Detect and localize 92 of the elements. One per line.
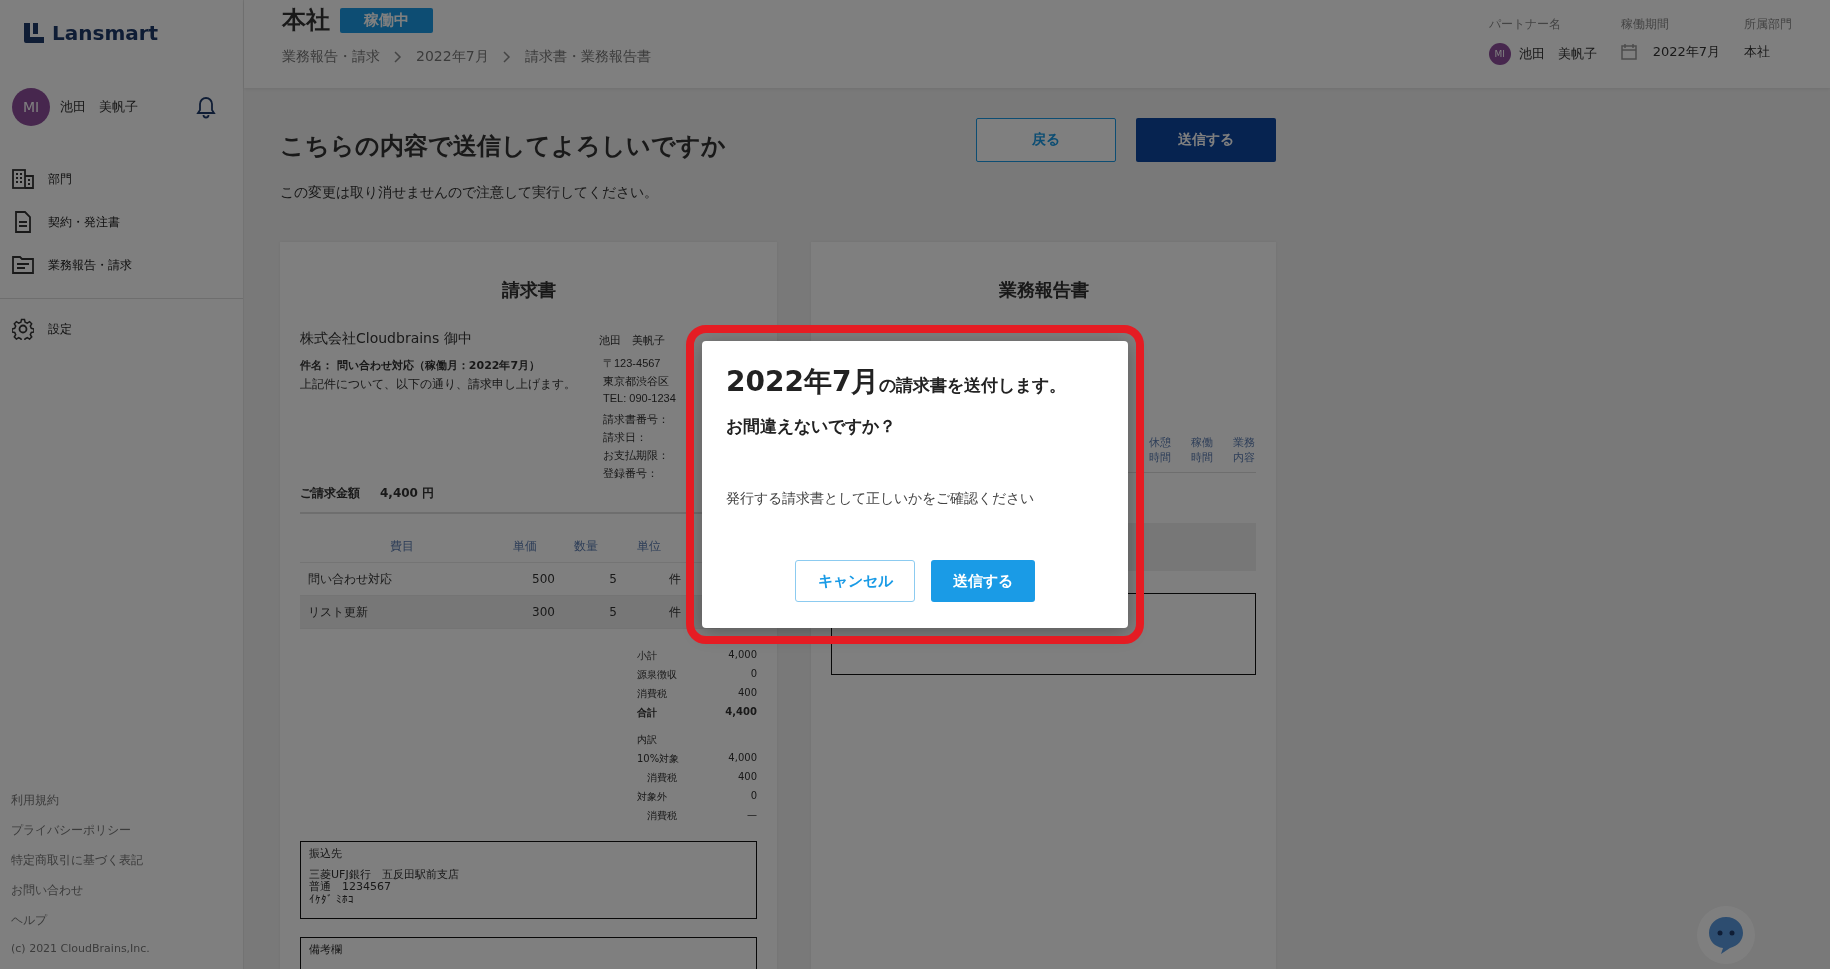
- summary-value: 0: [750, 790, 757, 803]
- issuer-name: 池田 美帆子: [599, 333, 666, 348]
- invoice-title: 請求書: [500, 278, 557, 302]
- building-icon: [12, 169, 34, 189]
- meta-label: 請求書番号：: [603, 412, 670, 427]
- bank-line: 普通 1234567: [309, 881, 392, 894]
- column-header: 数量: [573, 537, 599, 555]
- summary-value: 4,000: [728, 752, 757, 765]
- summary-value: 400: [737, 771, 757, 784]
- bell-icon[interactable]: [195, 95, 217, 119]
- folder-icon: [12, 255, 34, 275]
- column-header: 費目: [388, 537, 415, 555]
- footer-link[interactable]: 利用規約: [11, 792, 232, 809]
- bank-line: ｲｹﾀﾞ ﾐﾎｺ: [309, 893, 356, 907]
- nav-item[interactable]: 部門: [0, 158, 243, 200]
- remarks-title: 備考欄: [309, 944, 343, 957]
- status-badge: 稼働中: [340, 7, 433, 33]
- column-header: 休憩時間: [1147, 435, 1172, 466]
- issuer-line: 〒123-4567: [603, 356, 662, 371]
- table-cell-text: 500: [531, 572, 555, 586]
- confirm-heading: こちらの内容で送信してよろしいですか: [280, 131, 726, 162]
- summary-value: 4,400: [725, 706, 757, 719]
- column-header: 単価: [512, 537, 538, 555]
- settings-icon: [12, 318, 34, 340]
- summary-value: 400: [737, 687, 757, 700]
- dialog-month: 2022年7月: [726, 364, 880, 400]
- warning-note: この変更は取り消せませんので注意して実行してください。: [280, 184, 659, 202]
- summary-label: 源泉徴収: [637, 668, 677, 682]
- summary-label: 小計: [637, 649, 657, 663]
- summary-value: 0: [750, 668, 757, 681]
- logo-icon: [22, 21, 46, 45]
- nav-item[interactable]: 業務報告・請求: [0, 244, 243, 286]
- meta-label: 請求日：: [603, 430, 648, 445]
- dialog-message: 発行する請求書として正しいかをご確認ください: [726, 490, 1035, 508]
- total-label: ご請求金額: [300, 485, 360, 502]
- report-title: 業務報告書: [997, 278, 1090, 302]
- nav-item[interactable]: 設定: [0, 307, 243, 351]
- copyright-text: (c) 2021 CloudBrains,Inc.: [11, 942, 151, 955]
- summary-label: 消費税: [637, 687, 667, 701]
- user-name: 池田 美帆子: [60, 98, 139, 116]
- issuer-line: 東京都渋谷区: [603, 374, 670, 389]
- table-cell-text: リスト更新: [307, 603, 369, 621]
- table-cell-text: 5: [608, 605, 617, 619]
- chevron-right-icon: [394, 51, 402, 63]
- nav-item[interactable]: 契約・発注書: [0, 200, 243, 244]
- footer-link[interactable]: 特定商取引に基づく表記: [11, 852, 232, 869]
- summary-label: 10%対象: [637, 752, 680, 766]
- summary-label: 合計: [637, 706, 657, 720]
- footer-link[interactable]: プライバシーポリシー: [11, 822, 232, 839]
- intro-text: 上記件について、以下の通り、請求申し上げます。: [300, 376, 576, 393]
- chevron-right-icon: [502, 51, 511, 63]
- table-cell-text: 300: [531, 605, 555, 619]
- table-cell-text: 5: [608, 572, 617, 586]
- meta-label: お支払期限：: [603, 448, 670, 463]
- summary-label: 対象外: [637, 790, 667, 804]
- footer-link[interactable]: ヘルプ: [11, 912, 232, 929]
- department-value: 本社: [1744, 43, 1770, 61]
- table-cell-text: 件: [668, 570, 681, 588]
- summary-value: —: [747, 809, 757, 822]
- summary-label: 消費税: [646, 771, 677, 785]
- document-icon: [12, 211, 34, 233]
- bank-title: 振込先: [309, 848, 343, 861]
- summary-label: 消費税: [646, 809, 677, 823]
- breadcrumb-link[interactable]: 請求書・業務報告書: [524, 48, 651, 66]
- table-cell-text: 問い合わせ対応: [307, 570, 393, 588]
- logo-text: Lansmart: [52, 21, 159, 45]
- user-avatar: MI: [12, 88, 50, 126]
- dialog-subtitle: お間違えないですか？: [726, 415, 897, 438]
- addressee-text: 株式会社Cloudbrains 御中: [300, 330, 473, 348]
- dialog-title: の請求書を送付します。: [879, 374, 1067, 397]
- send-button[interactable]: 送信する: [1136, 118, 1276, 162]
- meta-label: 登録番号：: [603, 466, 659, 481]
- column-header: 業務内容: [1231, 435, 1256, 466]
- period-value: 2022年7月: [1652, 43, 1720, 61]
- confirm-button[interactable]: 送信する: [931, 560, 1035, 602]
- back-button[interactable]: 戻る: [976, 118, 1116, 162]
- footer-link[interactable]: お問い合わせ: [11, 882, 232, 899]
- summary-label: 内訳: [637, 733, 657, 747]
- total-value: 4,400 円: [380, 485, 435, 502]
- breadcrumb-link[interactable]: 2022年7月: [416, 48, 489, 66]
- column-header: 稼働時間: [1189, 435, 1214, 466]
- subject-text: 件名： 問い合わせ対応（稼働月：2022年7月）: [300, 358, 542, 373]
- issuer-line: TEL: 090-1234: [603, 392, 677, 404]
- cancel-button[interactable]: キャンセル: [795, 560, 915, 602]
- breadcrumb-link[interactable]: 業務報告・請求: [282, 48, 380, 66]
- partner-name: 池田 美帆子: [1518, 45, 1597, 63]
- calendar-icon: [1620, 44, 1637, 60]
- table-cell-text: 件: [668, 603, 681, 621]
- partner-avatar: MI: [1488, 43, 1511, 65]
- page-title: 本社: [282, 5, 330, 36]
- summary-value: 4,000: [728, 649, 757, 662]
- column-header: 単位: [636, 537, 662, 555]
